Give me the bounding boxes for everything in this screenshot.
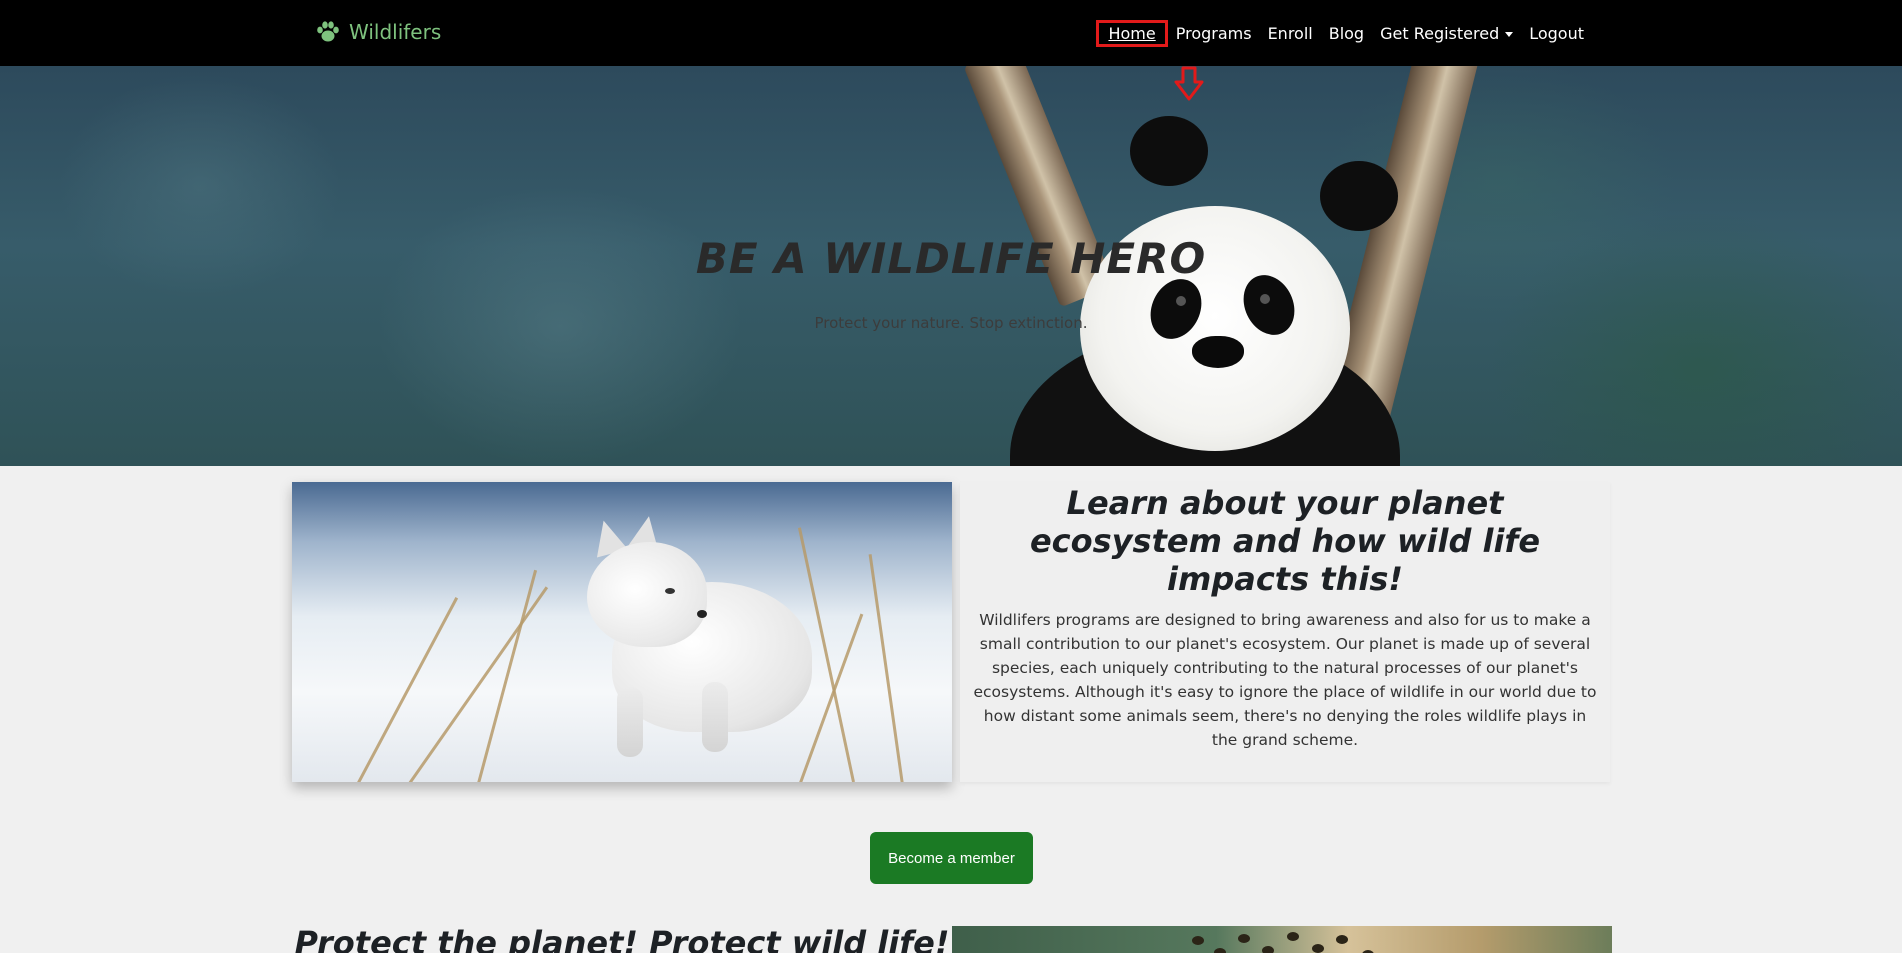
leopard-spot: [1238, 934, 1250, 943]
nav-logout[interactable]: Logout: [1521, 24, 1592, 43]
protect-title: Protect the planet! Protect wild life!: [294, 924, 950, 953]
nav-enroll[interactable]: Enroll: [1260, 24, 1321, 43]
fox-eye: [665, 588, 675, 594]
fox-head: [587, 542, 707, 647]
hero-title: BE A WILDLIFE HERO: [695, 234, 1207, 283]
leopard-spot: [1262, 946, 1274, 953]
panda-nose: [1192, 336, 1244, 368]
nav-menu: Home Programs Enroll Blog Get Registered…: [1096, 0, 1592, 66]
nav-get-registered-dropdown[interactable]: Get Registered: [1372, 24, 1521, 43]
caret-down-icon: [1505, 31, 1514, 37]
leopard-spot: [1192, 936, 1204, 945]
arctic-fox-image: [292, 482, 952, 782]
nav-home[interactable]: Home: [1096, 19, 1168, 47]
fox-leg: [702, 682, 728, 752]
nav-get-registered-label: Get Registered: [1380, 23, 1500, 43]
arrow-down-icon: [1174, 66, 1204, 101]
leopard-spot: [1287, 932, 1299, 941]
panda-ear-right: [1320, 161, 1398, 231]
brand-link[interactable]: Wildlifers: [315, 20, 441, 44]
panda-eye-right: [1260, 294, 1270, 304]
paw-icon: [317, 21, 339, 42]
grass-blade: [352, 597, 459, 782]
nav-programs[interactable]: Programs: [1168, 24, 1260, 43]
learn-title: Learn about your planet ecosystem and ho…: [1029, 484, 1541, 598]
leopard-spot: [1214, 948, 1226, 953]
fox-leg: [617, 687, 643, 757]
hero-banner: BE A WILDLIFE HERO Protect your nature. …: [0, 66, 1902, 466]
navbar: Wildlifers Home Programs Enroll Blog Get…: [0, 0, 1902, 66]
learn-card: Learn about your planet ecosystem and ho…: [960, 482, 1610, 782]
learn-body: Wildlifers programs are designed to brin…: [973, 611, 1597, 749]
hero-subtitle: Protect your nature. Stop extinction.: [814, 314, 1088, 332]
become-member-button[interactable]: Become a member: [870, 832, 1033, 884]
nav-blog[interactable]: Blog: [1321, 24, 1372, 43]
grass-blade: [402, 586, 549, 782]
panda-eye-left: [1176, 296, 1186, 306]
leopard-spot: [1336, 935, 1348, 944]
panda-ear-left: [1130, 116, 1208, 186]
brand-name: Wildlifers: [349, 20, 442, 44]
leopard-spot: [1312, 944, 1324, 953]
grass-blade: [868, 554, 905, 782]
leopard-image: [952, 926, 1612, 953]
fox-nose: [697, 610, 707, 618]
